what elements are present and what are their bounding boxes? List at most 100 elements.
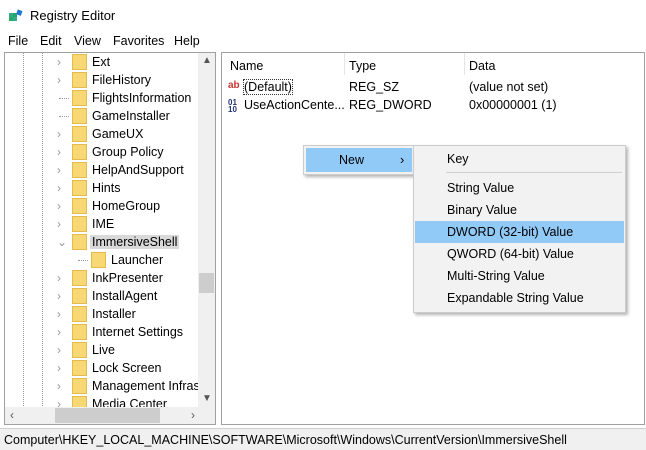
tree-item[interactable]: › Installer <box>5 305 199 323</box>
vertical-scrollbar[interactable]: ▲ ▼ <box>198 53 215 409</box>
tree-item-label: Installer <box>92 307 136 321</box>
registry-tree: › Ext › FileHistory FlightsInformation GameIn… <box>4 52 216 425</box>
submenu-item-dword[interactable]: DWORD (32-bit) Value <box>415 221 624 243</box>
horizontal-scrollbar[interactable]: ‹ › <box>5 407 215 424</box>
scroll-down-icon[interactable]: ▼ <box>202 393 212 404</box>
menu-file[interactable]: File <box>8 34 28 48</box>
submenu-item-qword[interactable]: QWORD (64-bit) Value <box>415 243 624 265</box>
chevron-right-icon[interactable]: › <box>57 181 61 195</box>
scroll-up-icon[interactable]: ▲ <box>202 55 212 66</box>
submenu-item-key[interactable]: Key <box>415 148 624 170</box>
chevron-right-icon[interactable]: › <box>57 289 61 303</box>
folder-icon <box>72 72 87 88</box>
context-menu: New › <box>303 145 414 175</box>
submenu-item-string[interactable]: String Value <box>415 177 624 199</box>
registry-icon <box>9 9 23 21</box>
string-value-icon: ab <box>228 80 240 91</box>
folder-icon <box>72 378 87 394</box>
value-type: REG_SZ <box>349 80 400 94</box>
tree-item-label: Group Policy <box>92 145 164 159</box>
folder-icon <box>72 144 87 160</box>
submenu-item-binary[interactable]: Binary Value <box>415 199 624 221</box>
chevron-right-icon[interactable]: › <box>57 145 61 159</box>
chevron-right-icon[interactable]: › <box>57 271 61 285</box>
folder-icon <box>72 342 87 358</box>
tree-item[interactable]: › Hints <box>5 179 199 197</box>
tree-item[interactable]: › GameUX <box>5 125 199 143</box>
chevron-right-icon[interactable]: › <box>57 361 61 375</box>
scroll-left-icon[interactable]: ‹ <box>10 408 14 422</box>
column-header-name[interactable]: Name <box>230 59 263 73</box>
menu-favorites[interactable]: Favorites <box>113 34 164 48</box>
menu-item-new[interactable]: New › <box>306 148 412 172</box>
menu-edit[interactable]: Edit <box>40 34 62 48</box>
tree-item-label: Internet Settings <box>92 325 184 339</box>
tree-item-label: HomeGroup <box>92 199 161 213</box>
tree-item-label: ImmersiveShell <box>90 235 180 249</box>
folder-icon <box>72 324 87 340</box>
chevron-right-icon[interactable]: › <box>57 343 61 357</box>
value-data: (value not set) <box>469 80 549 94</box>
tree-item[interactable]: › IME <box>5 215 199 233</box>
folder-icon <box>91 252 106 268</box>
value-type: REG_DWORD <box>349 98 432 112</box>
chevron-right-icon[interactable]: › <box>57 379 61 393</box>
tree-connector <box>59 98 69 99</box>
chevron-down-icon[interactable]: ⌄ <box>57 235 67 249</box>
tree-item-label: IME <box>92 217 115 231</box>
scroll-thumb[interactable] <box>55 408 160 423</box>
status-bar: Computer\HKEY_LOCAL_MACHINE\SOFTWARE\Mic… <box>0 428 646 450</box>
chevron-right-icon[interactable]: › <box>57 325 61 339</box>
folder-icon <box>72 108 87 124</box>
tree-item[interactable]: › InkPresenter <box>5 269 199 287</box>
chevron-right-icon[interactable]: › <box>57 55 61 69</box>
folder-icon <box>72 126 87 142</box>
folder-icon <box>72 360 87 376</box>
column-header-type[interactable]: Type <box>349 59 376 73</box>
tree-connector <box>78 260 88 261</box>
submenu-item-expandable-string[interactable]: Expandable String Value <box>415 287 624 309</box>
tree-item[interactable]: › FileHistory <box>5 71 199 89</box>
menu-view[interactable]: View <box>74 34 101 48</box>
new-submenu: Key String Value Binary Value DWORD (32-… <box>413 145 626 313</box>
tree-item[interactable]: Launcher <box>5 251 199 269</box>
tree-item-label: FileHistory <box>92 73 152 87</box>
tree-item-label: HelpAndSupport <box>92 163 184 177</box>
tree-item[interactable]: › Internet Settings <box>5 323 199 341</box>
scroll-right-icon[interactable]: › <box>191 408 195 422</box>
tree-item[interactable]: › Management Infrast <box>5 377 203 395</box>
folder-icon <box>72 162 87 178</box>
chevron-right-icon: › <box>400 152 405 167</box>
value-name: UseActionCente... <box>244 98 345 112</box>
chevron-right-icon[interactable]: › <box>57 199 61 213</box>
chevron-right-icon[interactable]: › <box>57 73 61 87</box>
submenu-item-multi-string[interactable]: Multi-String Value <box>415 265 624 287</box>
tree-item[interactable]: › Lock Screen <box>5 359 199 377</box>
tree-item[interactable]: › Live <box>5 341 199 359</box>
chevron-right-icon[interactable]: › <box>57 307 61 321</box>
column-header-data[interactable]: Data <box>469 59 495 73</box>
folder-icon <box>72 90 87 106</box>
scroll-thumb[interactable] <box>199 273 214 293</box>
tree-item[interactable]: › HomeGroup <box>5 197 199 215</box>
registry-path: Computer\HKEY_LOCAL_MACHINE\SOFTWARE\Mic… <box>4 433 567 447</box>
menu-help[interactable]: Help <box>174 34 200 48</box>
tree-item[interactable]: GameInstaller <box>5 107 199 125</box>
menu-item-label: New <box>339 153 365 167</box>
folder-icon <box>72 180 87 196</box>
tree-item-label: Ext <box>92 55 111 69</box>
tree-item-label: Hints <box>92 181 121 195</box>
folder-icon <box>72 216 87 232</box>
tree-item[interactable]: › Group Policy <box>5 143 199 161</box>
tree-item[interactable]: › Ext <box>5 53 199 71</box>
tree-item[interactable]: ⌄ ImmersiveShell <box>5 233 199 251</box>
tree-item[interactable]: FlightsInformation <box>5 89 199 107</box>
tree-item[interactable]: › HelpAndSupport <box>5 161 199 179</box>
chevron-right-icon[interactable]: › <box>57 127 61 141</box>
folder-icon <box>72 306 87 322</box>
tree-item[interactable]: › InstallAgent <box>5 287 199 305</box>
folder-icon <box>72 270 87 286</box>
chevron-right-icon[interactable]: › <box>57 163 61 177</box>
chevron-right-icon[interactable]: › <box>57 217 61 231</box>
window-title: Registry Editor <box>30 8 116 23</box>
